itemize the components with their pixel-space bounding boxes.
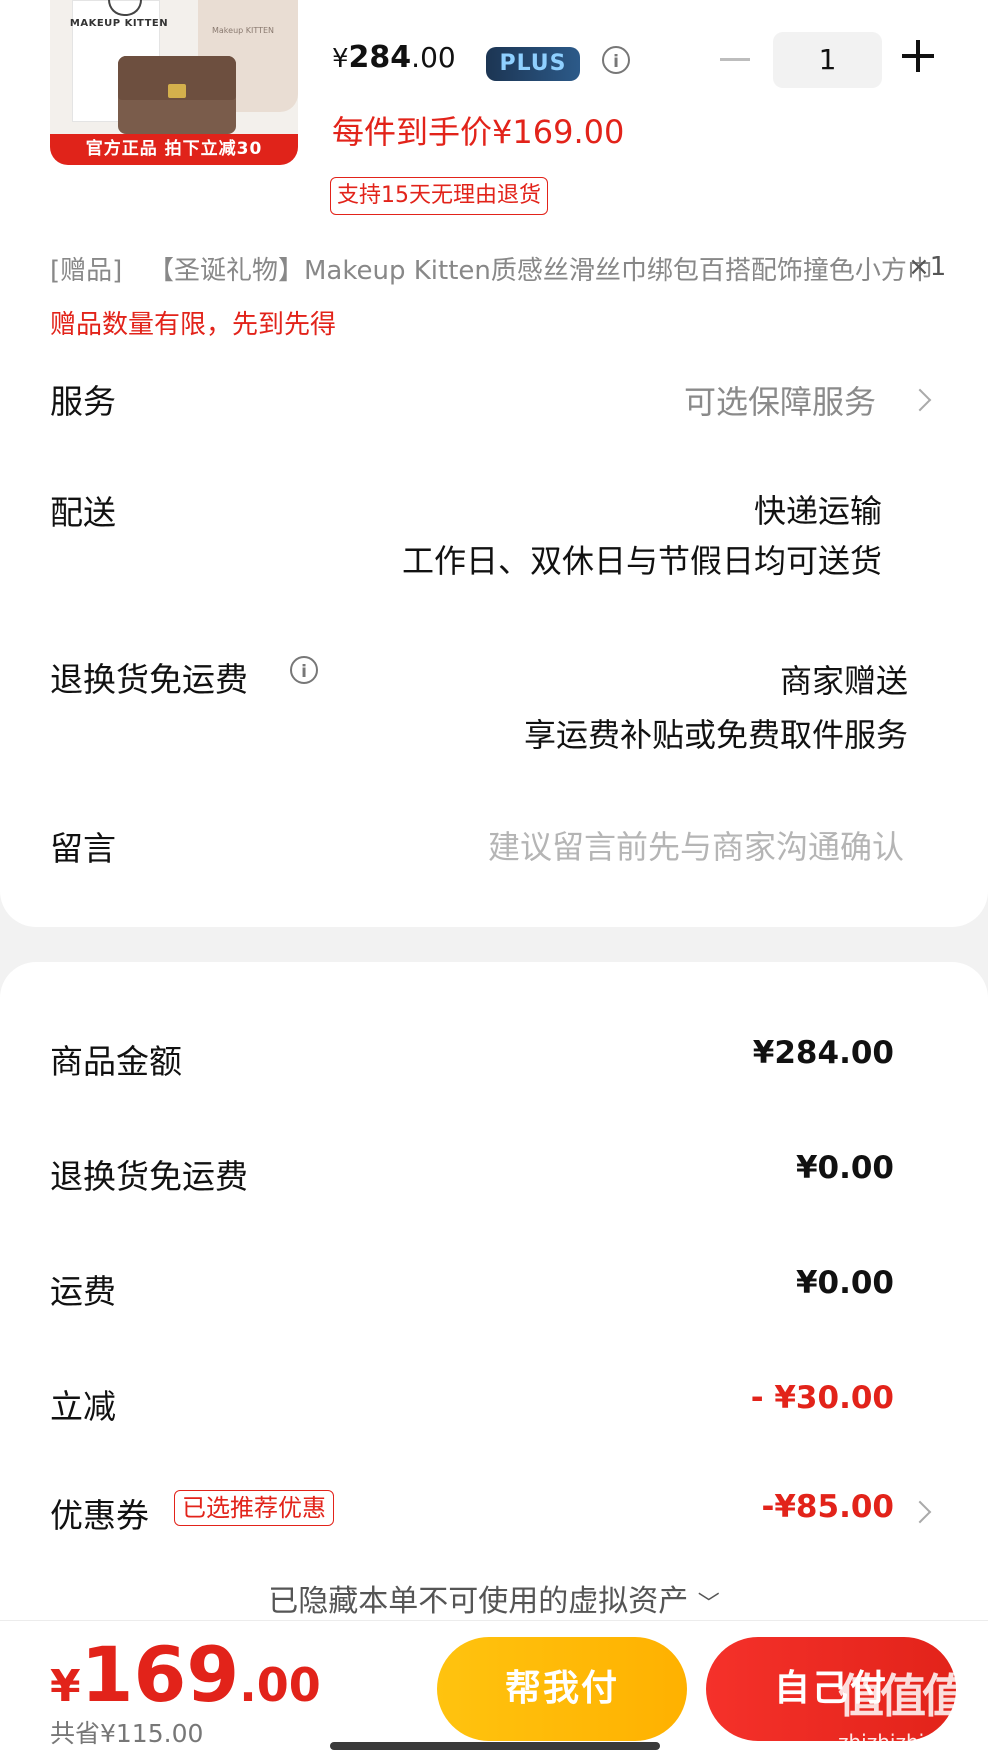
quantity-increase-button[interactable] [902,40,934,72]
price-decimal: .00 [411,41,456,74]
product-image-brand: MAKEUP KITTEN [69,18,169,29]
return-shipping-provider: 商家赠送 [779,662,908,700]
final-unit-price: 每件到手价¥169.00 [332,113,625,151]
message-label: 留言 [50,829,116,868]
delivery-label: 配送 [50,493,116,532]
help-me-pay-button[interactable]: 帮我付 [437,1637,687,1741]
delivery-schedule: 工作日、双休日与节假日均可送货 [401,542,882,580]
summary-value-discount: - ¥30.00 [750,1380,894,1416]
home-indicator[interactable] [330,1742,660,1750]
gift-quantity: ×1 [908,252,947,282]
total-currency: ¥ [50,1661,81,1712]
hidden-assets-text: 已隐藏本单不可使用的虚拟资产 [268,1584,689,1619]
summary-value-coupon[interactable]: -¥85.00 [762,1489,895,1525]
pouch-text: Makeup KITTEN [212,26,275,35]
site-watermark-url: zhizhizhi.com [838,1730,974,1754]
site-watermark: 值值值 [838,1669,968,1723]
summary-value-shipping: ¥0.00 [795,1265,894,1301]
product-price: ¥284.00 [332,40,456,75]
handbag-clasp-graphic [168,84,186,98]
summary-label-discount: 立减 [50,1387,116,1426]
plus-badge: PLUS [486,47,580,81]
gift-limit-note: 赠品数量有限，先到先得 [50,310,337,340]
return-shipping-info-icon[interactable]: i [290,656,318,684]
quantity-input[interactable]: 1 [773,32,882,88]
return-policy-tag: 支持15天无理由退货 [330,177,548,215]
service-option-link[interactable]: 可选保障服务 [684,377,876,423]
chevron-down-icon: ﹀ [697,1592,720,1617]
summary-label-coupon: 优惠券 [50,1496,149,1535]
price-currency: ¥ [332,44,349,74]
gift-name: 【圣诞礼物】Makeup Kitten质感丝滑丝巾绑包百搭配饰撞色小方巾 [148,256,933,286]
coupon-recommended-tag[interactable]: 已选推荐优惠 [174,1490,334,1526]
product-image[interactable]: MAKEUP KITTEN Makeup KITTEN 官方正品 拍下立减30 [50,0,298,165]
summary-label-return-shipping: 退换货免运费 [50,1157,248,1196]
service-label: 服务 [50,382,116,421]
price-integer: 284 [348,40,412,75]
return-shipping-label: 退换货免运费 [50,660,248,699]
summary-value-goods: ¥284.00 [752,1035,894,1071]
product-image-ribbon: 官方正品 拍下立减30 [50,134,298,165]
summary-value-return-shipping: ¥0.00 [795,1150,894,1186]
gift-prefix: [赠品] [50,256,123,286]
summary-label-goods: 商品金额 [50,1042,182,1081]
price-info-icon[interactable]: i [602,46,630,74]
message-input[interactable]: 建议留言前先与商家沟通确认 [488,822,904,868]
total-integer: 169 [80,1630,240,1719]
hidden-assets-toggle[interactable]: 已隐藏本单不可使用的虚拟资产 ﹀ [0,1576,988,1620]
summary-label-shipping: 运费 [50,1272,116,1311]
total-saved: 共省¥115.00 [50,1719,204,1748]
delivery-method[interactable]: 快递运输 [754,486,882,532]
quantity-decrease-button[interactable] [720,58,750,61]
return-shipping-desc: 享运费补贴或免费取件服务 [523,716,908,754]
total-price: ¥169.00 [50,1630,321,1719]
total-decimal: .00 [239,1658,321,1712]
